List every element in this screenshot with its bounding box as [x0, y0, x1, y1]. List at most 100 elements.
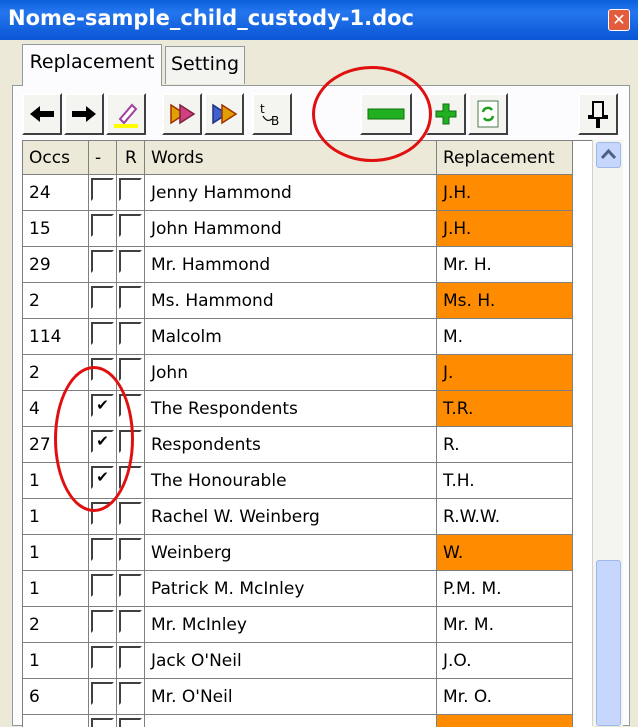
table-row[interactable]: 2 Mr. McInley Mr. M. — [23, 607, 593, 643]
cell-r — [117, 535, 145, 571]
exclude-checkbox[interactable] — [91, 538, 114, 561]
exclude-checkbox[interactable] — [91, 358, 114, 381]
scroll-up-button[interactable] — [596, 142, 621, 168]
chevron-up-icon — [600, 148, 617, 160]
table-row[interactable]: 6 Mr. O'Neil Mr. O. — [23, 679, 593, 715]
r-checkbox[interactable] — [119, 682, 142, 705]
scroll-thumb[interactable] — [596, 560, 621, 726]
cell-r — [117, 679, 145, 715]
exclude-checkbox[interactable]: ✔ — [91, 430, 114, 453]
table-row[interactable]: 1 ✔ The Honourable T.H. — [23, 463, 593, 499]
cell-replacement[interactable]: Ms. H. — [437, 283, 573, 319]
exclude-checkbox[interactable] — [91, 250, 114, 273]
cell-r — [117, 175, 145, 211]
cell-minus — [89, 535, 117, 571]
exclude-checkbox[interactable] — [91, 214, 114, 237]
remove-button[interactable] — [360, 93, 412, 135]
next-button[interactable] — [64, 93, 104, 135]
cell-replacement[interactable]: Mr. H. — [437, 247, 573, 283]
table-row[interactable] — [23, 715, 593, 727]
cell-r — [117, 643, 145, 679]
cell-word: The Honourable — [145, 463, 437, 499]
r-checkbox[interactable] — [119, 394, 142, 417]
r-checkbox[interactable] — [119, 610, 142, 633]
left-arrow-icon — [30, 106, 54, 122]
cell-replacement[interactable]: Mr. M. — [437, 607, 573, 643]
r-checkbox[interactable] — [119, 214, 142, 237]
cell-word: Jack O'Neil — [145, 643, 437, 679]
restore-button[interactable] — [204, 93, 244, 135]
cell-occs: 1 — [23, 643, 89, 679]
table-row[interactable]: 24 Jenny Hammond J.H. — [23, 175, 593, 211]
header-replacement[interactable]: Replacement — [437, 141, 573, 175]
cell-minus: ✔ — [89, 463, 117, 499]
case-button[interactable]: t B — [252, 93, 292, 135]
cell-word: Mr. Hammond — [145, 247, 437, 283]
cell-replacement[interactable]: J. — [437, 355, 573, 391]
r-checkbox[interactable] — [119, 538, 142, 561]
tab-replacement[interactable]: Replacement — [22, 44, 162, 86]
tab-setting[interactable]: Setting — [165, 46, 245, 84]
cell-r — [117, 499, 145, 535]
replace-all-button[interactable] — [162, 93, 202, 135]
r-checkbox[interactable] — [119, 466, 142, 489]
cell-replacement[interactable]: R.W.W. — [437, 499, 573, 535]
exclude-checkbox[interactable] — [91, 178, 114, 201]
cell-replacement[interactable]: Mr. O. — [437, 679, 573, 715]
table-row[interactable]: 1 Patrick M. McInley P.M. M. — [23, 571, 593, 607]
exclude-checkbox[interactable]: ✔ — [91, 466, 114, 489]
table-row[interactable]: 1 Rachel W. Weinberg R.W.W. — [23, 499, 593, 535]
cell-replacement[interactable]: T.R. — [437, 391, 573, 427]
r-checkbox[interactable] — [119, 322, 142, 345]
add-button[interactable] — [426, 93, 466, 135]
previous-button[interactable] — [22, 93, 62, 135]
header-minus[interactable]: - — [89, 141, 117, 175]
cell-replacement[interactable]: P.M. M. — [437, 571, 573, 607]
r-checkbox[interactable] — [119, 502, 142, 525]
r-checkbox[interactable] — [119, 430, 142, 453]
exclude-checkbox[interactable] — [91, 286, 114, 309]
r-checkbox[interactable] — [119, 358, 142, 381]
exclude-checkbox[interactable] — [91, 610, 114, 633]
cell-replacement[interactable]: R. — [437, 427, 573, 463]
header-occs[interactable]: Occs — [23, 141, 89, 175]
exclude-checkbox[interactable] — [91, 574, 114, 597]
cell-replacement[interactable]: J.H. — [437, 175, 573, 211]
exclude-checkbox[interactable] — [91, 322, 114, 345]
table-row[interactable]: 114 Malcolm M. — [23, 319, 593, 355]
cell-replacement[interactable]: J.O. — [437, 643, 573, 679]
table-row[interactable]: 2 Ms. Hammond Ms. H. — [23, 283, 593, 319]
cell-replacement[interactable] — [437, 715, 573, 727]
exclude-checkbox[interactable] — [91, 646, 114, 669]
highlight-button[interactable] — [106, 93, 146, 135]
table-row[interactable]: 15 John Hammond J.H. — [23, 211, 593, 247]
r-checkbox[interactable] — [119, 646, 142, 669]
header-r[interactable]: R — [117, 141, 145, 175]
table-row[interactable]: 27 ✔ Respondents R. — [23, 427, 593, 463]
table-row[interactable]: 2 John J. — [23, 355, 593, 391]
refresh-button[interactable] — [468, 93, 508, 135]
table-row[interactable]: 4 ✔ The Respondents T.R. — [23, 391, 593, 427]
exclude-checkbox[interactable] — [91, 682, 114, 705]
cell-replacement[interactable]: T.H. — [437, 463, 573, 499]
table-row[interactable]: 29 Mr. Hammond Mr. H. — [23, 247, 593, 283]
header-words[interactable]: Words — [145, 141, 437, 175]
table-row[interactable]: 1 Jack O'Neil J.O. — [23, 643, 593, 679]
exclude-checkbox[interactable]: ✔ — [91, 394, 114, 417]
cell-replacement[interactable]: M. — [437, 319, 573, 355]
r-checkbox[interactable] — [119, 178, 142, 201]
r-checkbox[interactable] — [119, 286, 142, 309]
r-checkbox[interactable] — [119, 574, 142, 597]
exclude-checkbox[interactable] — [91, 502, 114, 525]
cell-r — [117, 247, 145, 283]
cell-replacement[interactable]: W. — [437, 535, 573, 571]
r-checkbox[interactable] — [119, 250, 142, 273]
vertical-scrollbar[interactable] — [592, 140, 623, 726]
close-button[interactable]: ✕ — [608, 9, 630, 31]
table-row[interactable]: 1 Weinberg W. — [23, 535, 593, 571]
cell-r — [117, 319, 145, 355]
cell-minus — [89, 607, 117, 643]
cell-replacement[interactable]: J.H. — [437, 211, 573, 247]
pin-button[interactable] — [578, 93, 618, 135]
cell-word: Respondents — [145, 427, 437, 463]
